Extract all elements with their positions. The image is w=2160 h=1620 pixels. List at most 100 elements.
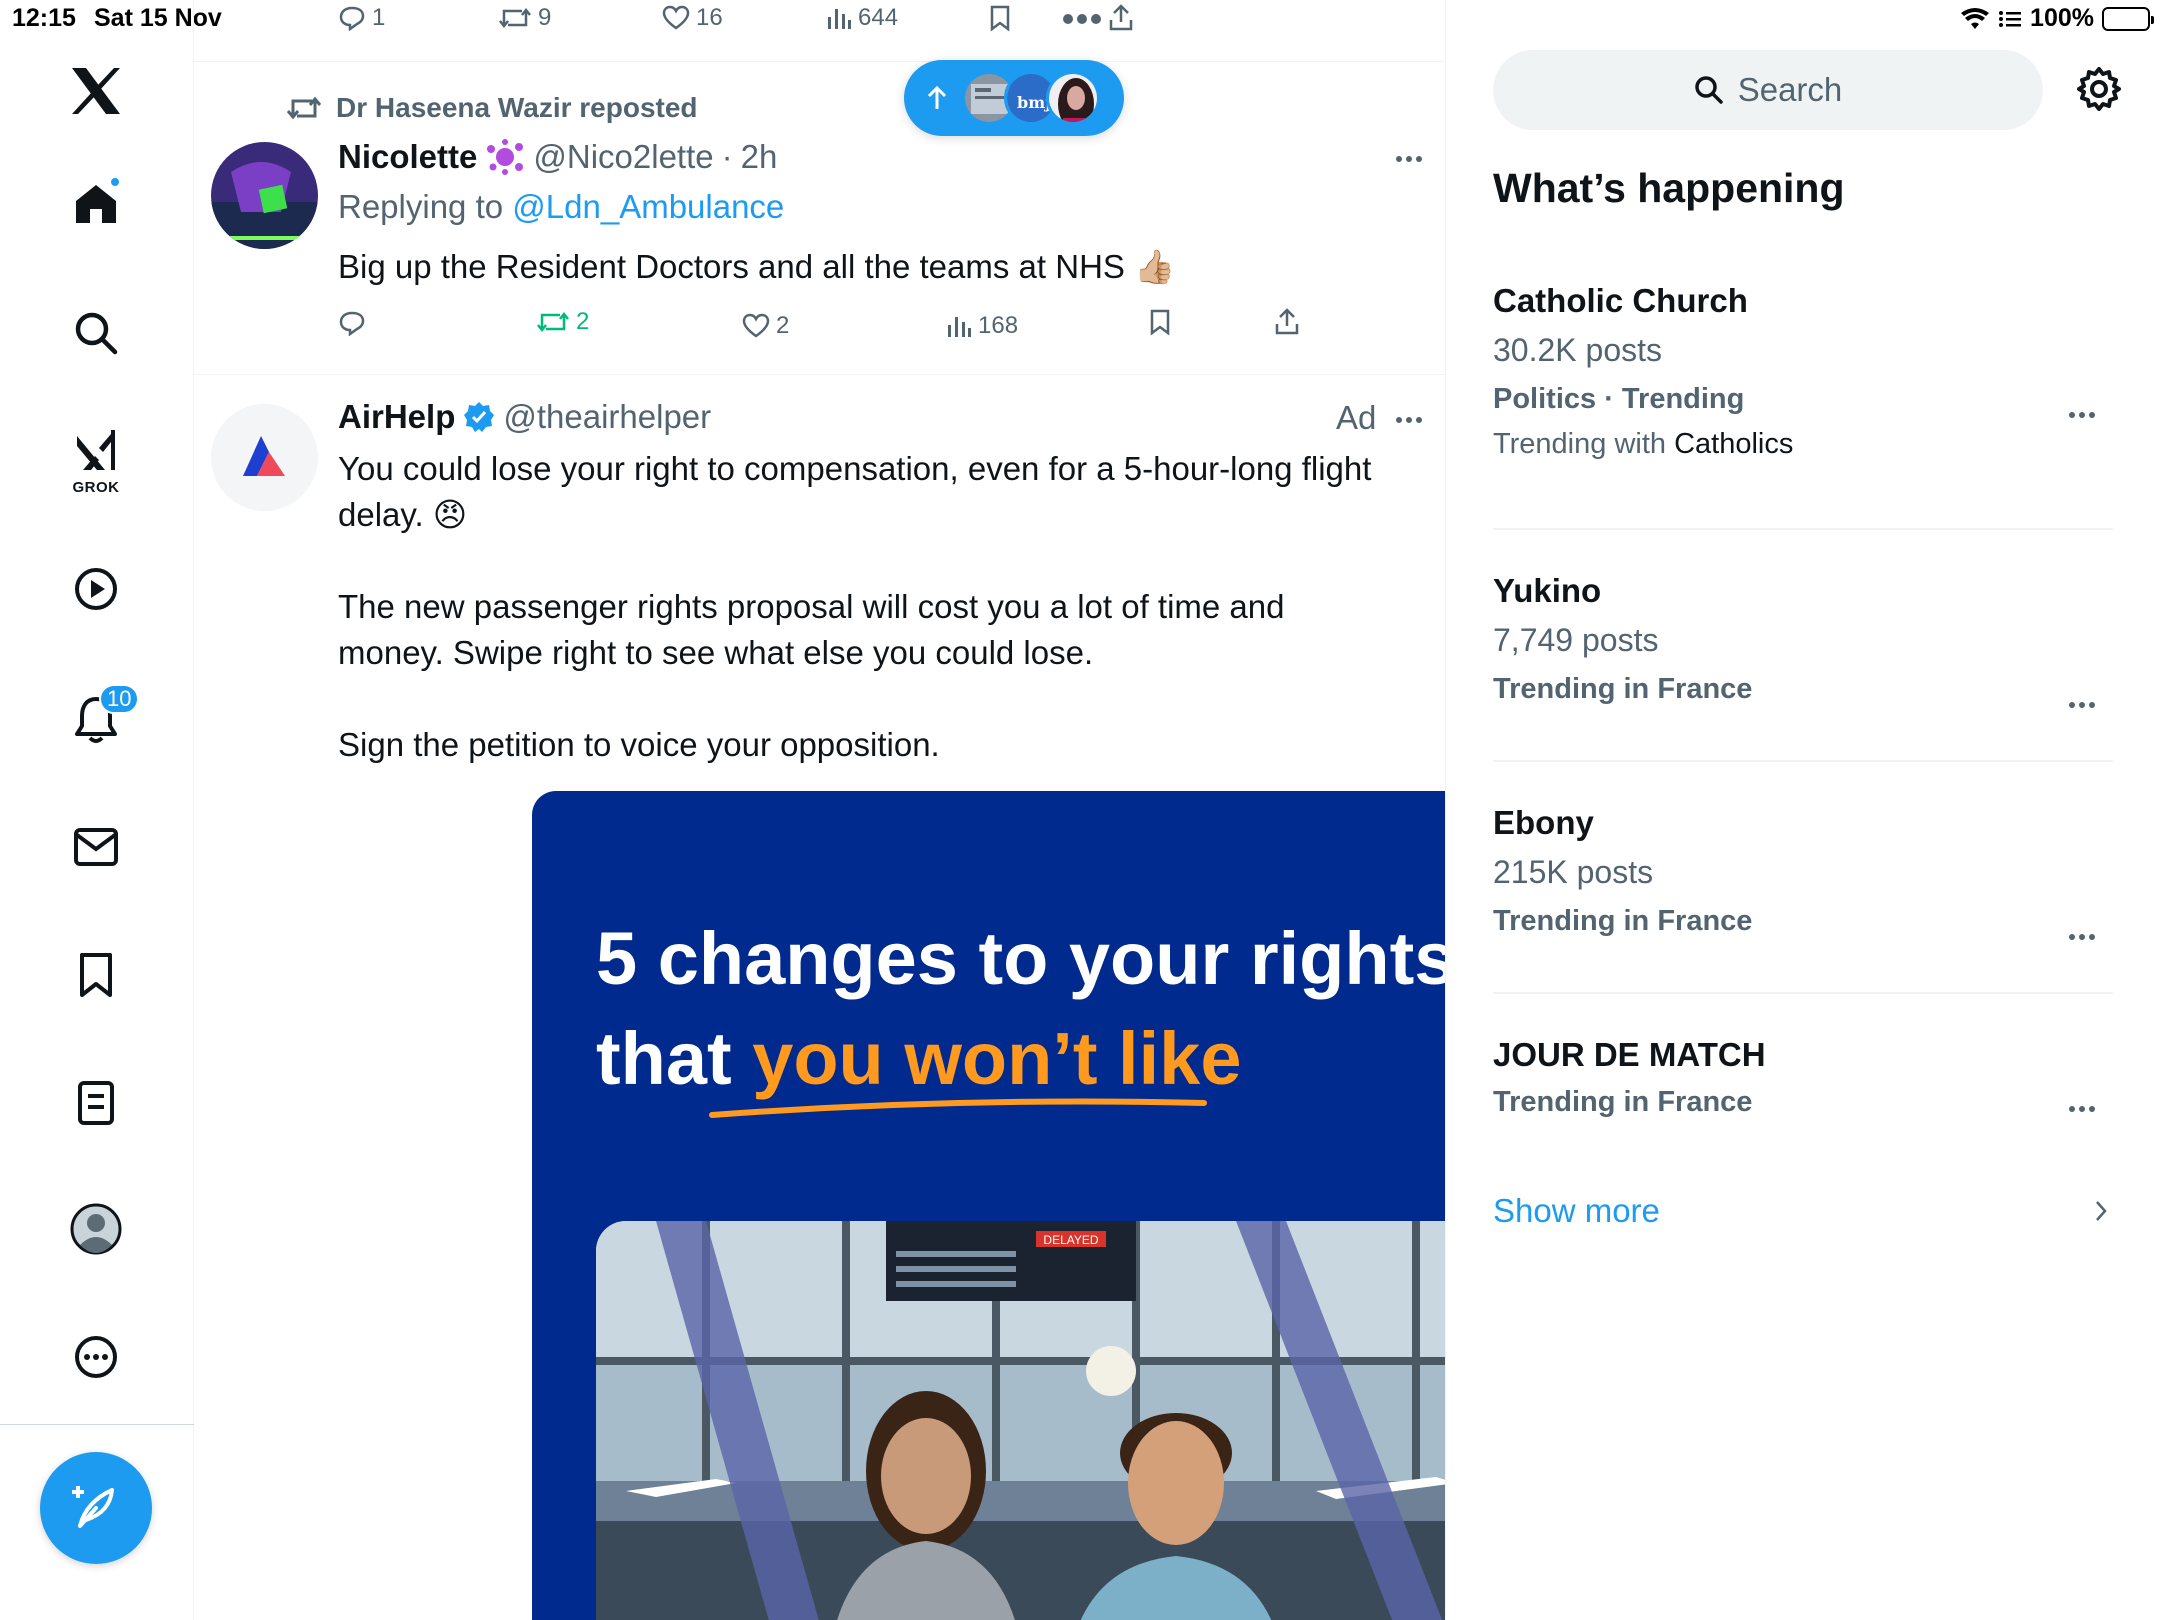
whats-happening-title: What’s happening: [1493, 165, 1845, 211]
views-button[interactable]: 644: [826, 4, 898, 32]
bookmark-button[interactable]: [988, 4, 1012, 32]
underline-swoosh: [709, 1098, 1207, 1118]
bookmark-button[interactable]: [1148, 308, 1172, 336]
share-icon: [1275, 308, 1299, 335]
grok-icon[interactable]: GROK: [65, 420, 127, 496]
search-placeholder: Search: [1737, 71, 1843, 108]
views-chart-icon: [828, 9, 851, 29]
repost-button[interactable]: 2: [536, 308, 589, 336]
views-button[interactable]: 168: [946, 312, 1018, 340]
compose-post-button[interactable]: [40, 1452, 152, 1564]
new-posts-pill[interactable]: bmj: [904, 60, 1124, 136]
more-dots-icon[interactable]: [1062, 12, 1106, 26]
bookmark-icon: [990, 5, 1010, 32]
trend-more-icon[interactable]: [2069, 1106, 2095, 1112]
trend-divider: [1493, 760, 2113, 762]
trend-context: Politics · Trending: [1493, 383, 1745, 415]
chevron-right-icon[interactable]: [2093, 1198, 2109, 1224]
reply-count: 1: [372, 4, 386, 31]
views-chart-icon: [948, 317, 971, 337]
author-handle[interactable]: @Nico2lette: [533, 138, 713, 176]
search-icon: [1694, 76, 1723, 104]
author-handle[interactable]: @theairhelper: [503, 398, 711, 436]
card-title-line1: 5 changes to your rights: [596, 917, 1446, 1000]
trend-name: Catholic Church: [1493, 282, 1748, 319]
share-icon: [1109, 4, 1133, 31]
repost-icon: [286, 96, 322, 120]
lists-document-icon[interactable]: [65, 1072, 127, 1134]
trend-name: JOUR DE MATCH: [1493, 1036, 1766, 1073]
heart-icon: [662, 5, 690, 30]
replying-to: Replying to @Ldn_Ambulance: [338, 184, 784, 230]
ad-text-line1: You could lose your right to compensatio…: [338, 446, 1428, 538]
meta-separator: ·: [721, 138, 733, 175]
reply-button[interactable]: 1: [338, 4, 385, 32]
trend-more-icon[interactable]: [2069, 934, 2095, 940]
bookmark-icon: [1150, 309, 1170, 336]
bookmarks-icon[interactable]: [65, 944, 127, 1006]
like-button[interactable]: 16: [662, 4, 723, 32]
reposted-by-label: Dr Haseena Wazir reposted: [336, 92, 698, 123]
video-play-icon[interactable]: [65, 558, 127, 620]
repost-button[interactable]: 9: [498, 4, 551, 32]
reply-button[interactable]: [338, 310, 366, 336]
trend-posts: 215K posts: [1493, 854, 1654, 890]
notifications-bell-icon[interactable]: 10: [65, 684, 140, 750]
x-logo-icon[interactable]: [65, 60, 127, 122]
home-unread-dot: [109, 176, 121, 188]
splat-emoji-icon: [485, 139, 525, 175]
nav-divider: [0, 1424, 194, 1425]
author-name[interactable]: AirHelp: [338, 398, 455, 436]
pill-avatar-3: [1046, 71, 1100, 125]
repost-indicator[interactable]: Dr Haseena Wazir reposted: [286, 92, 698, 124]
trend-name: Ebony: [1493, 804, 1594, 841]
thumbs-up-emoji: 👍🏼: [1134, 248, 1176, 285]
trend-context: Trending in France: [1493, 673, 1753, 705]
compose-feather-icon: [72, 1486, 114, 1528]
show-more-link[interactable]: Show more: [1493, 1192, 1660, 1230]
nicolette-avatar[interactable]: [211, 142, 318, 249]
search-input[interactable]: Search: [1493, 50, 2043, 130]
home-icon[interactable]: [65, 172, 127, 234]
tweet-more-icon[interactable]: [1396, 156, 1422, 162]
ad-text-2: The new passenger rights proposal will c…: [338, 588, 1285, 671]
trend-item[interactable]: Catholic Church 30.2K posts Politics · T…: [1493, 282, 2113, 461]
trend-item[interactable]: Yukino 7,749 posts Trending in France: [1493, 572, 2113, 718]
share-button[interactable]: [1108, 4, 1134, 32]
trend-more-icon[interactable]: [2069, 412, 2095, 418]
ad-image-card[interactable]: 5 changes to your rights that you won’t …: [532, 791, 1446, 1620]
views-count: 644: [858, 4, 899, 31]
profile-avatar-icon[interactable]: [65, 1198, 127, 1260]
repost-count: 2: [576, 308, 590, 335]
share-button[interactable]: [1274, 308, 1300, 336]
settings-gear-icon[interactable]: [2076, 66, 2122, 112]
tweet-divider: [194, 374, 1445, 375]
like-button[interactable]: 2: [742, 312, 789, 340]
like-count: 2: [776, 312, 790, 339]
views-count: 168: [978, 312, 1019, 339]
trend-divider: [1493, 992, 2113, 994]
tweet-body: Big up the Resident Doctors and all the …: [338, 248, 1125, 285]
trend-item[interactable]: Ebony 215K posts Trending in France: [1493, 804, 2113, 950]
heart-icon: [742, 313, 770, 338]
airport-photo: DELAYED: [596, 1221, 1445, 1620]
trend-with-value: Catholics: [1674, 428, 1794, 460]
grok-label: GROK: [72, 479, 120, 496]
messages-envelope-icon[interactable]: [65, 816, 127, 878]
replying-to-handle[interactable]: @Ldn_Ambulance: [512, 188, 784, 225]
trend-more-icon[interactable]: [2069, 702, 2095, 708]
trend-item[interactable]: JOUR DE MATCH Trending in France: [1493, 1036, 2113, 1131]
replying-to-label: Replying to: [338, 188, 504, 225]
explore-search-icon[interactable]: [65, 302, 127, 364]
airhelp-avatar[interactable]: [211, 404, 318, 511]
trend-with-label: Trending with: [1493, 428, 1667, 460]
trend-posts: 7,749 posts: [1493, 622, 1659, 658]
card-title-accent: you won’t like: [752, 1017, 1242, 1100]
card-title-line2a: that: [596, 1017, 753, 1100]
notifications-badge: 10: [99, 684, 140, 714]
more-options-icon[interactable]: [65, 1326, 127, 1388]
author-name[interactable]: Nicolette: [338, 138, 477, 176]
post-time[interactable]: 2h: [741, 138, 778, 176]
like-count: 16: [696, 4, 723, 31]
tweet-more-icon[interactable]: [1396, 417, 1422, 423]
